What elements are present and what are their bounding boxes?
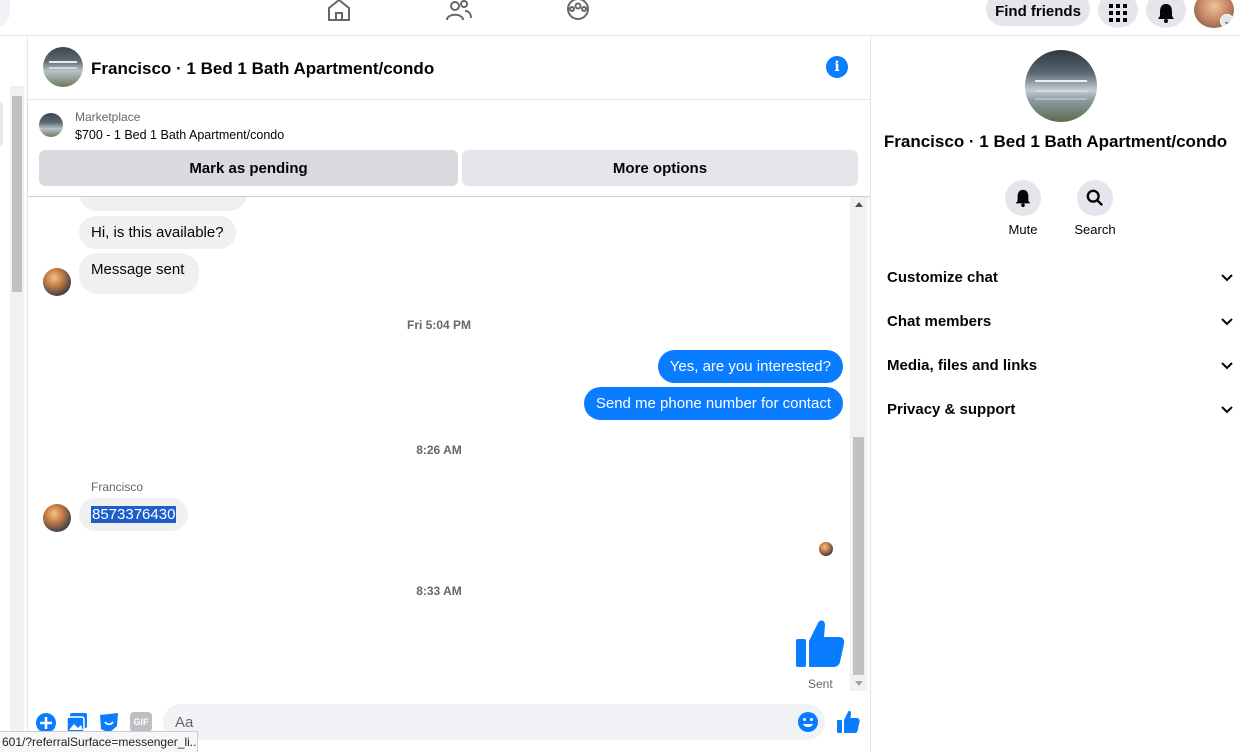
home-icon[interactable]: [326, 0, 356, 22]
message-bubble-outgoing[interactable]: Send me phone number for contact: [583, 387, 843, 420]
marketplace-banner: Marketplace $700 - 1 Bed 1 Bath Apartmen…: [28, 100, 870, 197]
emoji-icon[interactable]: [797, 711, 819, 733]
search-pill-edge[interactable]: [0, 0, 10, 28]
scroll-down-arrow-icon[interactable]: [855, 681, 863, 686]
like-send-icon[interactable]: [836, 710, 860, 734]
chat-details-panel: Francisco · 1 Bed 1 Bath Apartment/condo…: [870, 36, 1239, 752]
scroll-up-arrow-icon[interactable]: [855, 202, 863, 207]
mark-as-pending-button[interactable]: Mark as pending: [39, 150, 458, 186]
notifications-bell-icon[interactable]: [1146, 0, 1186, 28]
message-bubble-outgoing[interactable]: Yes, are you interested?: [657, 350, 843, 383]
timestamp: Fri 5:04 PM: [406, 318, 472, 332]
bell-icon[interactable]: [1005, 180, 1041, 216]
message-scrollbar-thumb[interactable]: [853, 437, 864, 675]
friends-icon[interactable]: [446, 0, 476, 22]
section-media-files-links[interactable]: Media, files and links: [887, 353, 1235, 377]
message-input[interactable]: [163, 704, 825, 740]
sender-avatar[interactable]: [43, 268, 71, 296]
chat-details-avatar[interactable]: [1025, 50, 1097, 122]
section-privacy-support[interactable]: Privacy & support: [887, 397, 1235, 421]
conversation-avatar[interactable]: [43, 47, 83, 87]
status-bar-url: 601/?referralSurface=messenger_li...: [0, 731, 198, 752]
left-rail: [0, 36, 28, 752]
timestamp: 8:33 AM: [416, 584, 462, 598]
chevron-down-icon: [1221, 274, 1233, 282]
chat-list-edge[interactable]: [0, 102, 3, 146]
chevron-down-icon: [1221, 362, 1233, 370]
chat-list-scrollbar-thumb[interactable]: [12, 96, 22, 292]
chevron-down-icon: ⌄: [1220, 14, 1234, 28]
section-title: Privacy & support: [887, 400, 1016, 418]
info-icon[interactable]: i: [826, 56, 848, 78]
seen-receipt-avatar: [819, 542, 833, 556]
marketplace-label: Marketplace: [75, 110, 141, 124]
search-action[interactable]: Search: [1065, 180, 1125, 237]
thumbs-up-icon[interactable]: [794, 619, 846, 671]
section-title: Customize chat: [887, 268, 998, 286]
groups-icon[interactable]: [565, 0, 595, 22]
message-bubble-incoming[interactable]: Hi, is this available?: [79, 216, 236, 249]
mute-label: Mute: [1008, 222, 1038, 237]
phone-number-text[interactable]: 8573376430: [91, 506, 177, 523]
sent-status: Sent: [808, 677, 833, 691]
conversation-title[interactable]: Francisco · 1 Bed 1 Bath Apartment/condo: [91, 59, 434, 79]
conversation-header: Francisco · 1 Bed 1 Bath Apartment/condo…: [28, 36, 870, 100]
section-title: Chat members: [887, 312, 992, 330]
message-scrollbar[interactable]: [850, 197, 867, 691]
top-navigation-bar: Find friends ⌄: [0, 0, 1239, 36]
message-bubble-incoming[interactable]: Message sent: [79, 253, 200, 294]
section-customize-chat[interactable]: Customize chat: [887, 265, 1235, 289]
mute-action[interactable]: Mute: [993, 180, 1053, 237]
more-options-button[interactable]: More options: [462, 150, 858, 186]
search-icon[interactable]: [1077, 180, 1113, 216]
listing-title[interactable]: $700 - 1 Bed 1 Bath Apartment/condo: [75, 128, 284, 142]
message-thread: Hi, is this available? Message sent Fri …: [28, 197, 850, 691]
chevron-down-icon: [1221, 318, 1233, 326]
account-avatar[interactable]: ⌄: [1194, 0, 1234, 28]
section-chat-members[interactable]: Chat members: [887, 309, 1235, 333]
message-bubble-cut[interactable]: [79, 197, 247, 211]
listing-thumbnail[interactable]: [39, 113, 63, 137]
timestamp: 8:26 AM: [416, 443, 462, 457]
find-friends-button[interactable]: Find friends: [986, 0, 1090, 26]
message-bubble-incoming[interactable]: 8573376430: [79, 498, 189, 531]
sender-name: Francisco: [91, 480, 144, 494]
section-title: Media, files and links: [887, 356, 1038, 374]
gif-icon[interactable]: GIF: [130, 712, 152, 732]
search-label: Search: [1074, 222, 1116, 237]
chevron-down-icon: [1221, 406, 1233, 414]
sender-avatar[interactable]: [43, 504, 71, 532]
chat-details-title: Francisco · 1 Bed 1 Bath Apartment/condo: [883, 132, 1228, 151]
menu-grid-icon[interactable]: [1098, 0, 1138, 28]
